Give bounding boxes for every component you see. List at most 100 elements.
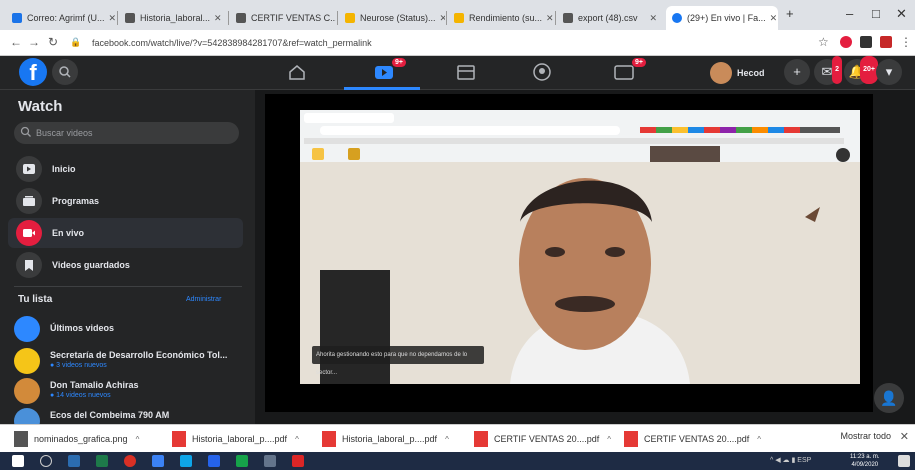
plus-icon: +: [793, 64, 801, 79]
extension-icon[interactable]: [880, 36, 892, 48]
home-nav-button[interactable]: [285, 61, 309, 83]
browser-tab[interactable]: Historia_laboral... ✕: [119, 6, 227, 30]
browser-tab[interactable]: Neurose (Status)... ✕: [339, 6, 445, 30]
chrome-menu-icon[interactable]: ⋮: [900, 35, 912, 49]
extension-icon[interactable]: [860, 36, 872, 48]
manage-link[interactable]: Administrar: [186, 296, 221, 303]
minimize-icon[interactable]: –: [846, 6, 853, 21]
watch-nav-button[interactable]: 9+: [372, 58, 406, 83]
close-window-icon[interactable]: ✕: [896, 6, 907, 22]
groups-nav-button[interactable]: [530, 61, 554, 83]
taskbar-clock[interactable]: 11:23 a. m. 4/09/2020: [850, 453, 880, 469]
download-file-name: Historia_laboral_p....pdf: [342, 434, 438, 444]
page-title: Watch: [18, 98, 63, 115]
browser-tab[interactable]: Correo: Agrimf (U... ✕: [6, 6, 116, 30]
maximize-icon[interactable]: □: [872, 6, 880, 21]
back-icon[interactable]: ←: [10, 35, 22, 49]
acrobat-icon[interactable]: [292, 455, 304, 467]
messenger-button[interactable]: ✉ 2: [814, 56, 842, 85]
app-icon[interactable]: [264, 455, 276, 467]
tab-label: (29+) En vivo | Fa...: [687, 13, 766, 23]
tab-favicon-icon: [125, 13, 135, 23]
list-item[interactable]: Ecos del Combeima 790 AM: [14, 406, 249, 424]
browser-tab-active[interactable]: (29+) En vivo | Fa... ✕: [666, 6, 778, 30]
forward-icon[interactable]: →: [28, 35, 40, 49]
new-tab-icon[interactable]: +: [786, 6, 794, 21]
download-item[interactable]: Historia_laboral_p....pdf ^: [322, 429, 449, 449]
tab-close-icon[interactable]: ✕: [766, 13, 778, 24]
search-button[interactable]: [52, 59, 78, 85]
list-title: Tu lista: [18, 294, 53, 305]
tab-close-icon[interactable]: ✕: [542, 13, 554, 24]
add-friends-button[interactable]: 👤: [874, 383, 904, 413]
extension-icon[interactable]: [840, 36, 852, 48]
add-person-icon: 👤: [880, 390, 898, 406]
list-item-name: Don Tamalio Achiras: [50, 380, 139, 390]
notifications-center-icon[interactable]: [898, 455, 910, 467]
chrome-icon[interactable]: [124, 455, 136, 467]
browser-tab[interactable]: export (48).csv ✕: [557, 6, 663, 30]
live-caption: Ahorita gestionando esto para que no dep…: [312, 346, 484, 376]
gaming-nav-button[interactable]: 9+: [612, 58, 646, 83]
create-button[interactable]: +: [784, 59, 810, 85]
sidebar-item-label: Programas: [52, 196, 100, 206]
browser-tab[interactable]: CERTIF VENTAS C... ✕: [230, 6, 336, 30]
sidebar-item-inicio[interactable]: Inicio: [8, 154, 243, 184]
search-input[interactable]: Buscar videos: [14, 122, 239, 144]
app-icon[interactable]: [236, 455, 248, 467]
tab-close-icon[interactable]: ✕: [105, 13, 116, 24]
windows-start-icon[interactable]: [12, 455, 24, 467]
account-menu-button[interactable]: ▾: [876, 59, 902, 85]
download-file-name: nominados_grafica.png: [34, 434, 128, 444]
profile-button[interactable]: Hecod: [710, 60, 765, 86]
shared-screen-bookmarks: [304, 138, 844, 144]
chevron-up-icon[interactable]: ^: [295, 435, 299, 444]
shared-screen-icon: [312, 148, 324, 160]
download-item[interactable]: CERTIF VENTAS 20....pdf ^: [474, 429, 611, 449]
marketplace-nav-button[interactable]: [454, 61, 478, 83]
chevron-up-icon[interactable]: ^: [136, 435, 140, 444]
url-input[interactable]: facebook.com/watch/live/?v=5428389842817…: [88, 34, 788, 52]
sidebar-item-videos-guardados[interactable]: Videos guardados: [8, 250, 243, 280]
lock-icon: 🔒: [70, 37, 82, 47]
tab-divider: [555, 11, 556, 25]
list-item[interactable]: Don Tamalio Achiras ● 14 videos nuevos: [14, 376, 249, 406]
notifications-button[interactable]: 🔔 20+: [844, 56, 878, 85]
file-explorer-icon[interactable]: [152, 455, 164, 467]
facebook-logo-icon[interactable]: f: [19, 58, 47, 86]
show-all-downloads-button[interactable]: Mostrar todo: [840, 431, 891, 441]
task-view-icon[interactable]: [68, 455, 80, 467]
excel-icon[interactable]: [96, 455, 108, 467]
sidebar-item-programas[interactable]: Programas: [8, 186, 243, 216]
download-item[interactable]: Historia_laboral_p....pdf ^: [172, 429, 299, 449]
edge-icon[interactable]: [180, 455, 192, 467]
chevron-up-icon[interactable]: ^: [607, 435, 611, 444]
messenger-badge: 2: [832, 56, 842, 84]
sidebar-item-en-vivo[interactable]: En vivo: [8, 218, 243, 248]
word-icon[interactable]: [208, 455, 220, 467]
avatar: [14, 378, 40, 404]
tab-favicon-icon: [345, 13, 355, 23]
search-icon[interactable]: [40, 455, 52, 467]
tab-favicon-icon: [236, 13, 246, 23]
new-videos-count: ● 3 videos nuevos: [50, 362, 107, 369]
tab-close-icon[interactable]: ✕: [210, 13, 222, 24]
chevron-up-icon[interactable]: ^: [445, 435, 449, 444]
system-tray-icons[interactable]: ^ ◀ ☁ ▮ ESP: [770, 456, 811, 464]
sidebar-item-label: Inicio: [52, 164, 76, 174]
pdf-file-icon: [474, 431, 488, 447]
browser-tab[interactable]: Rendimiento (su... ✕: [448, 6, 554, 30]
close-icon[interactable]: ✕: [900, 430, 909, 443]
tab-close-icon[interactable]: ✕: [645, 13, 657, 24]
chevron-up-icon[interactable]: ^: [757, 435, 761, 444]
live-icon: [16, 220, 42, 246]
list-item[interactable]: Secretaría de Desarrollo Económico Tol..…: [14, 346, 249, 376]
download-item[interactable]: nominados_grafica.png ^: [14, 429, 139, 449]
tab-close-icon[interactable]: ✕: [436, 13, 445, 24]
download-item[interactable]: CERTIF VENTAS 20....pdf ^: [624, 429, 761, 449]
list-item[interactable]: Últimos videos: [14, 314, 249, 344]
tab-divider: [117, 11, 118, 25]
reload-icon[interactable]: ↻: [48, 35, 58, 49]
divider: [14, 286, 242, 287]
bookmark-star-icon[interactable]: ☆: [818, 35, 829, 49]
